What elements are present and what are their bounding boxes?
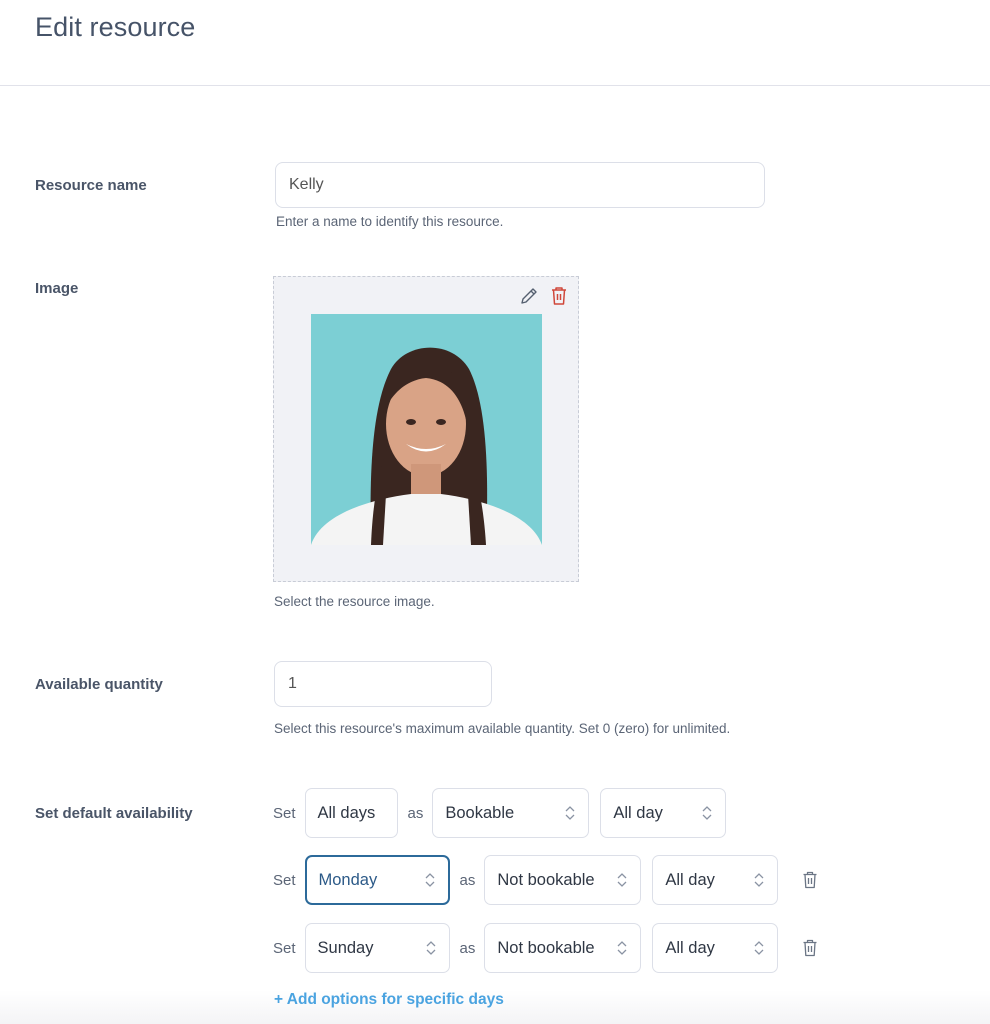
resource-photo <box>311 314 542 545</box>
chevron-up-down-icon <box>565 806 575 820</box>
time-select[interactable]: All day <box>652 855 779 905</box>
remove-row-button[interactable] <box>800 870 820 890</box>
status-select[interactable]: Bookable <box>432 788 590 838</box>
time-select[interactable]: All day <box>652 923 779 973</box>
quantity-value: 1 <box>288 675 297 692</box>
status-value: Not bookable <box>497 938 595 957</box>
image-label: Image <box>35 280 79 297</box>
image-help: Select the resource image. <box>274 594 435 609</box>
chevron-up-down-icon <box>702 806 712 820</box>
remove-row-button[interactable] <box>800 938 820 958</box>
chevron-up-down-icon <box>754 941 764 955</box>
resource-name-input[interactable]: Kelly <box>275 162 765 208</box>
trash-icon <box>803 871 817 889</box>
resource-name-help: Enter a name to identify this resource. <box>276 214 504 229</box>
page-title: Edit resource <box>35 12 196 42</box>
trash-icon <box>803 939 817 957</box>
time-value: All day <box>665 870 715 889</box>
resource-name-label: Resource name <box>35 177 147 194</box>
set-word: Set <box>273 804 296 822</box>
day-value: Sunday <box>317 938 374 957</box>
day-value: Monday <box>318 870 378 889</box>
trash-icon <box>552 287 566 305</box>
availability-row: Set Sunday as Not bookable All day <box>273 923 820 973</box>
quantity-input[interactable]: 1 <box>274 661 492 707</box>
day-select[interactable]: Monday <box>304 855 450 905</box>
set-word: Set <box>273 871 296 889</box>
day-select[interactable]: Sunday <box>304 923 450 973</box>
availability-row: Set Monday as Not bookable All day <box>273 855 820 905</box>
chevron-up-down-icon <box>425 873 434 887</box>
chevron-up-down-icon <box>617 941 627 955</box>
add-specific-days-link[interactable]: + Add options for specific days <box>274 991 504 1009</box>
as-word: as <box>459 871 476 889</box>
pencil-icon <box>521 288 537 304</box>
chevron-up-down-icon <box>617 873 627 887</box>
availability-row: Set All days as Bookable All day <box>273 788 727 838</box>
time-value: All day <box>665 938 715 957</box>
page-header: Edit resource <box>0 0 990 86</box>
quantity-label: Available quantity <box>35 676 163 693</box>
quantity-help: Select this resource's maximum available… <box>274 721 731 736</box>
status-value: Not bookable <box>497 870 595 889</box>
as-word: as <box>459 939 476 957</box>
status-select[interactable]: Not bookable <box>484 855 642 905</box>
person-photo-illustration <box>311 314 542 545</box>
edit-image-button[interactable] <box>518 285 540 307</box>
status-select[interactable]: Not bookable <box>484 923 642 973</box>
chevron-up-down-icon <box>426 941 435 955</box>
resource-name-value: Kelly <box>289 176 324 193</box>
set-word: Set <box>273 939 296 957</box>
availability-label: Set default availability <box>35 805 193 822</box>
day-value: All days <box>317 803 376 822</box>
day-select[interactable]: All days <box>304 788 398 838</box>
delete-image-button[interactable] <box>548 285 570 307</box>
image-dropzone[interactable] <box>273 276 579 582</box>
chevron-up-down-icon <box>754 873 764 887</box>
status-value: Bookable <box>445 803 515 822</box>
time-select[interactable]: All day <box>600 788 727 838</box>
as-word: as <box>407 804 424 822</box>
time-value: All day <box>613 803 663 822</box>
